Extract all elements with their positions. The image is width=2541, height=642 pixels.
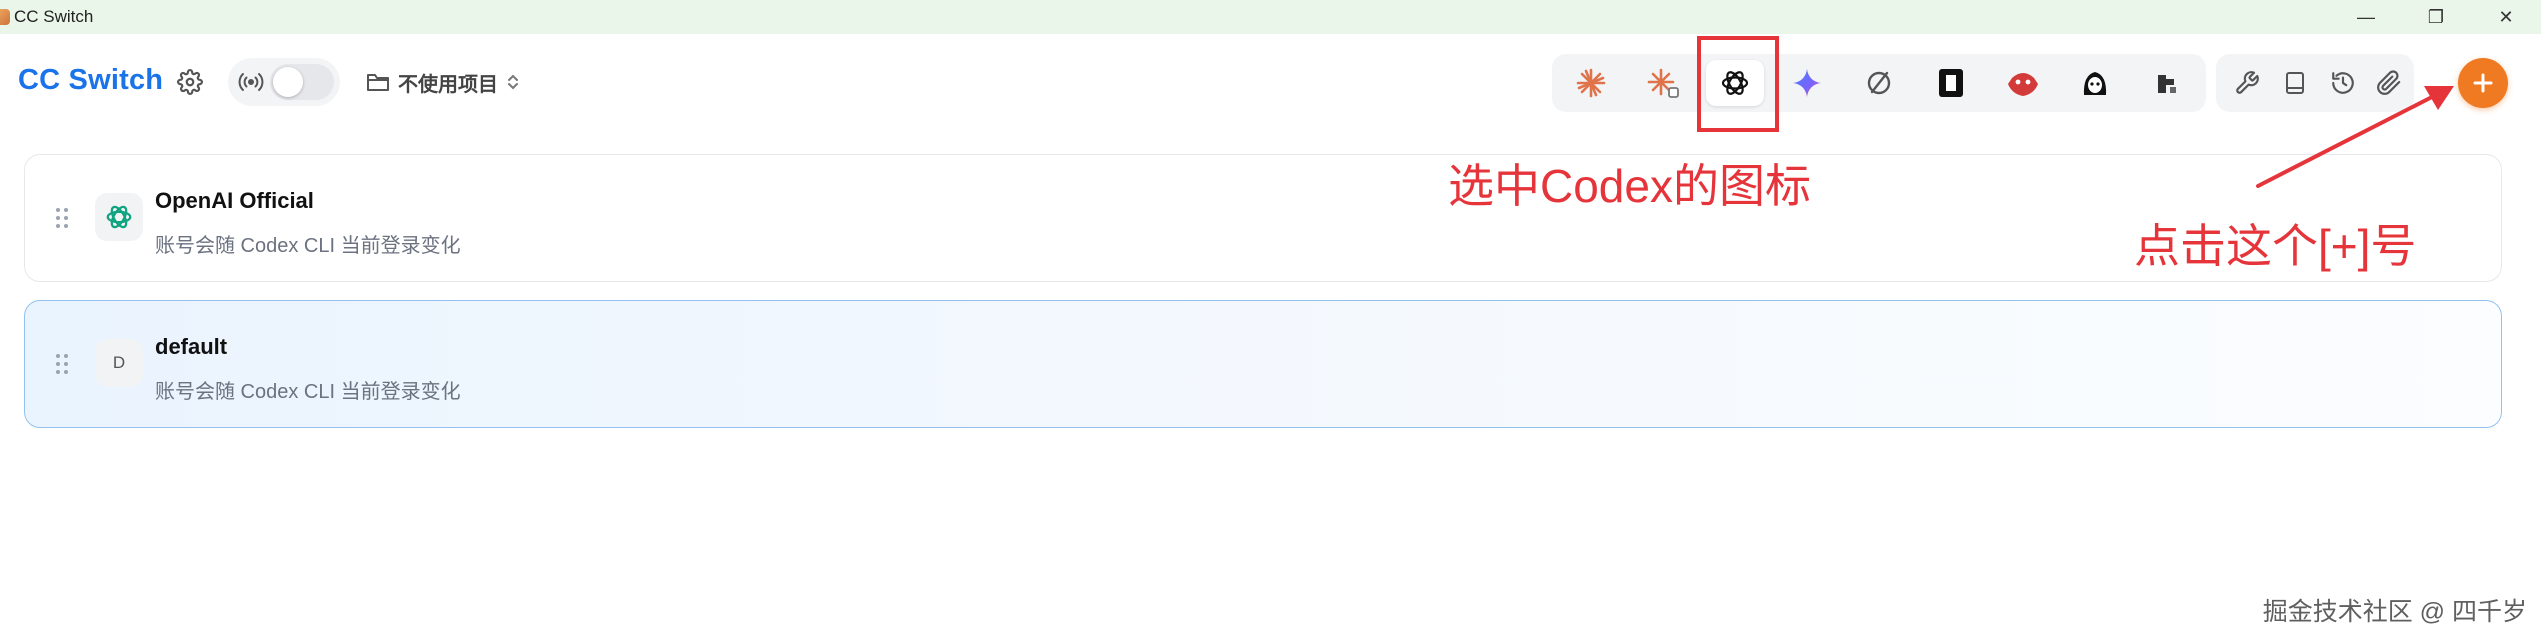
provider-card[interactable]: OpenAI Official 账号会随 Codex CLI 当前登录变化	[24, 154, 2502, 282]
gear-icon	[177, 69, 203, 95]
proxy-control	[228, 58, 340, 106]
chevron-up-down-icon	[508, 74, 518, 90]
wrench-icon	[2236, 71, 2259, 94]
app-mascot-button[interactable]	[2066, 60, 2124, 106]
tools-button[interactable]	[2228, 64, 2266, 102]
docs-button[interactable]	[2276, 64, 2314, 102]
plus-icon	[2473, 73, 2493, 93]
provider-card-active[interactable]: D default 账号会随 Codex CLI 当前登录变化	[24, 300, 2502, 428]
history-icon	[2332, 72, 2354, 94]
drag-handle-icon[interactable]	[55, 353, 69, 375]
app-gemini-button[interactable]	[1778, 60, 1836, 106]
drag-handle-icon[interactable]	[55, 207, 69, 229]
openai-icon	[106, 205, 132, 229]
close-button[interactable]: ✕	[2471, 0, 2541, 34]
folder-icon	[367, 74, 389, 91]
app-claude-button[interactable]	[1562, 60, 1620, 106]
proxy-toggle[interactable]	[270, 64, 334, 100]
claude-icon	[1576, 68, 1606, 98]
settings-button[interactable]	[174, 66, 206, 98]
provider-name: OpenAI Official	[155, 188, 314, 213]
claude-alt-icon	[1647, 68, 1679, 98]
opencode-icon	[1867, 71, 1891, 95]
watermark: 掘金技术社区 @ 四千岁	[2262, 598, 2527, 626]
provider-avatar	[95, 193, 143, 241]
gemini-icon	[1793, 69, 1821, 97]
toggle-knob	[273, 67, 303, 97]
app-claude-alt-button[interactable]	[1634, 60, 1692, 106]
attachment-button[interactable]	[2370, 64, 2408, 102]
app-opencode-button[interactable]	[1850, 60, 1908, 106]
app-bookmark-button[interactable]	[1922, 60, 1980, 106]
window-title: CC Switch	[14, 7, 94, 26]
project-selector[interactable]: 不使用项目	[366, 66, 520, 98]
project-selector-label: 不使用项目	[398, 73, 498, 96]
codex-highlight-box	[1697, 36, 1779, 132]
annotation-select-codex: 选中Codex的图标	[1448, 160, 1811, 212]
pixel-app-icon	[2158, 75, 2176, 93]
red-robot-icon	[2008, 73, 2038, 96]
app-pixel-button[interactable]	[2138, 60, 2196, 106]
bookmark-app-icon	[1939, 69, 1963, 97]
app-red-robot-button[interactable]	[1994, 60, 2052, 106]
title-bar: CC Switch — ❐ ✕	[0, 0, 2541, 34]
provider-name: default	[155, 334, 228, 359]
book-icon	[2286, 72, 2304, 94]
app-switcher	[1552, 54, 2206, 112]
paperclip-icon	[2377, 70, 2401, 95]
provider-avatar: D	[95, 339, 143, 387]
brand-title: CC Switch	[18, 64, 164, 96]
mascot-icon	[2083, 72, 2107, 95]
add-provider-button[interactable]	[2458, 58, 2508, 108]
window-controls: — ❐ ✕	[2331, 0, 2541, 34]
tool-toolbar	[2216, 54, 2414, 112]
minimize-button[interactable]: —	[2331, 0, 2401, 34]
restore-button[interactable]: ❐	[2401, 0, 2471, 34]
app-window: CC Switch — ❐ ✕ CC Switch 不使用项目 OpenAI O…	[0, 0, 2541, 642]
provider-description: 账号会随 Codex CLI 当前登录变化	[155, 381, 461, 403]
app-logo-icon	[0, 9, 10, 25]
provider-description: 账号会随 Codex CLI 当前登录变化	[155, 235, 461, 257]
app-header: CC Switch 不使用项目	[0, 34, 2541, 134]
broadcast-icon	[238, 73, 264, 91]
annotation-click-add: 点击这个[+]号	[2134, 220, 2417, 272]
history-button[interactable]	[2324, 64, 2362, 102]
